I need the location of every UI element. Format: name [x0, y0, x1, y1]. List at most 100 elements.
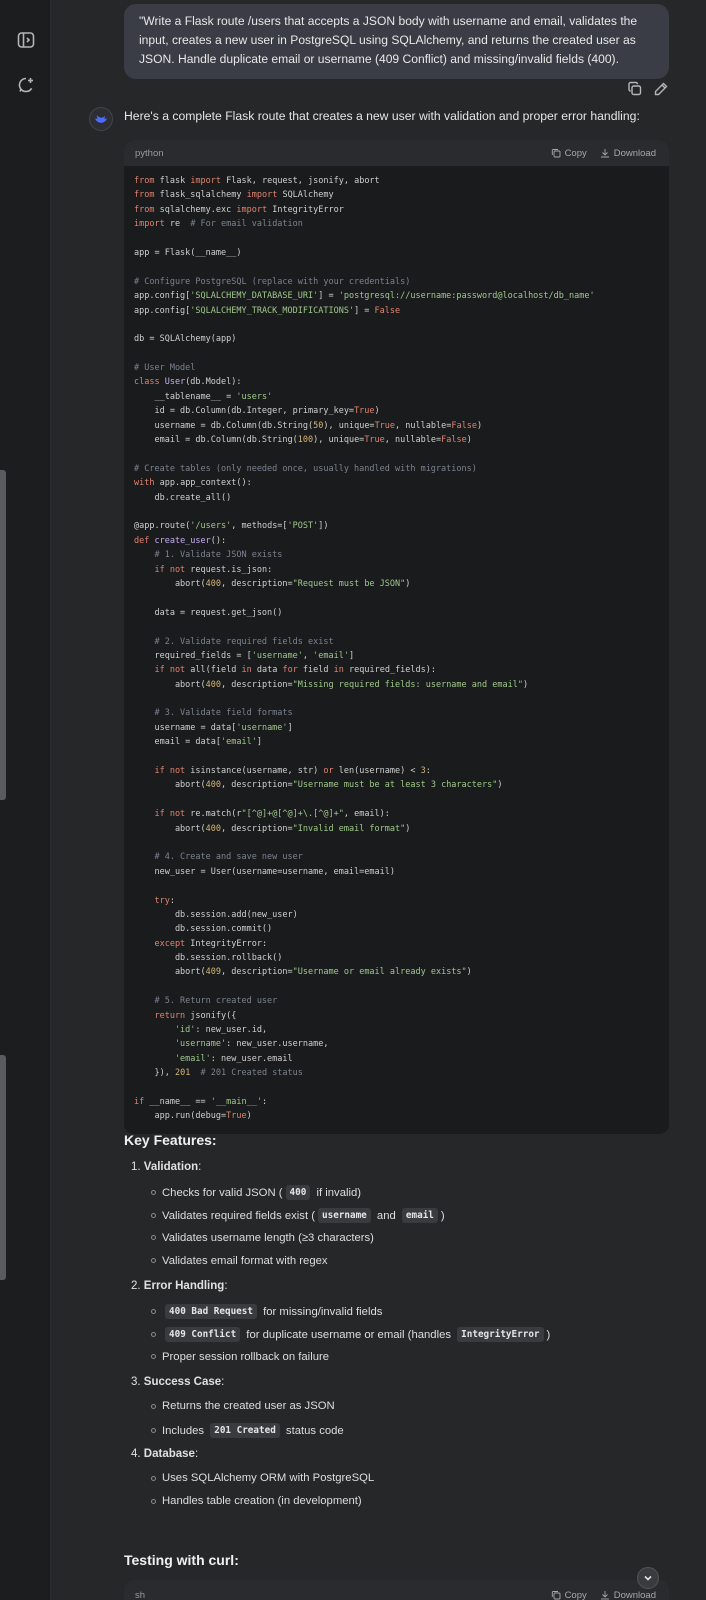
code-token: ,	[302, 650, 314, 661]
code-token: "[^@]+@[^@]+\.[^@]+"	[241, 809, 344, 820]
code-token: 'POST'	[287, 521, 319, 532]
scrollbar-handle[interactable]	[0, 470, 6, 800]
code-line: db.session.add(new_user)	[134, 908, 659, 922]
code-token: )	[497, 780, 503, 791]
download-code-button[interactable]: Download	[600, 148, 656, 159]
feature-bullet: Proper session rollback on failure	[151, 1351, 329, 1363]
bullet-text: Validates required fields exist (	[162, 1209, 315, 1222]
code-token: required_fields = [	[134, 650, 252, 661]
code-token: )	[405, 823, 411, 834]
code-token: except	[134, 938, 186, 949]
code-token: Flask, request, jsonify, abort	[221, 176, 380, 186]
copy-code-button[interactable]: Copy	[551, 148, 587, 159]
code-token: True	[354, 406, 375, 417]
bullet-text: if invalid)	[313, 1186, 362, 1199]
code-token: (db.Model):	[185, 377, 242, 388]
code-token: len(username) <	[333, 766, 421, 777]
copy-icon[interactable]	[627, 81, 643, 97]
feature-bullet: Validates username length (≥3 characters…	[151, 1232, 374, 1244]
code-token: flask_sqlalchemy	[154, 190, 247, 201]
code-token: from	[134, 204, 155, 215]
code-token: class	[134, 377, 160, 388]
code-line: # 2. Validate required fields exist	[134, 635, 659, 649]
feature-label: Database	[143, 1448, 195, 1460]
code-token: in	[241, 665, 252, 676]
code-token: try	[134, 895, 170, 906]
code-token: : new_user.id,	[195, 1025, 268, 1036]
code-line: abort(400, description="Invalid email fo…	[134, 822, 659, 836]
code-token: True	[374, 420, 396, 431]
whale-logo-icon	[95, 115, 107, 123]
code-line: username = db.Column(db.String(50), uniq…	[134, 419, 659, 433]
code-line: 'email': new_user.email	[134, 1052, 659, 1066]
code-token: 400	[205, 679, 222, 690]
code-token: )	[405, 578, 411, 589]
code-token: , methods=[	[231, 521, 288, 532]
code-line: # 3. Validate field formats	[134, 706, 659, 720]
feature-suffix: :	[194, 1448, 199, 1460]
code-line: if not re.match(r"[^@]+@[^@]+\.[^@]+", e…	[134, 807, 659, 821]
feature-label: Success Case	[143, 1376, 222, 1388]
bullet-text: and	[373, 1209, 399, 1222]
code-token: False	[441, 435, 467, 446]
feature-number: 4.	[131, 1448, 144, 1460]
feature-heading: 4. Database:	[131, 1448, 198, 1460]
code-token: 'username'	[251, 650, 303, 661]
code-token: 'SQLALCHEMY_TRACK_MODIFICATIONS'	[190, 305, 355, 316]
code-token: @app.route(	[134, 521, 191, 532]
code-line: username = data['username']	[134, 721, 659, 735]
code-line: db.create_all()	[134, 491, 659, 505]
new-chat-icon[interactable]	[16, 75, 36, 95]
code-token: if not	[134, 564, 186, 575]
code-token: import	[236, 204, 268, 215]
bullet-text: for duplicate username or email (handles	[243, 1328, 455, 1341]
scroll-to-bottom-button[interactable]	[637, 1567, 659, 1589]
code-language-label: sh	[135, 1589, 146, 1600]
code-language-label: python	[135, 147, 164, 159]
bullet-text: status code	[282, 1424, 344, 1437]
bullet-text: )	[440, 1209, 445, 1222]
feature-bullet: 409 Conflict for duplicate username or e…	[151, 1327, 550, 1343]
sh-code-block: sh Copy Download	[124, 1580, 669, 1600]
inline-code: IntegrityError	[457, 1327, 544, 1343]
download-icon	[600, 149, 609, 158]
bullet-text: for missing/invalid fields	[259, 1305, 383, 1318]
code-token: ] =	[354, 305, 375, 316]
code-line: # 5. Return created user	[134, 994, 659, 1008]
code-token: email = data[	[134, 737, 221, 748]
code-token: # 5. Return created user	[134, 996, 278, 1007]
scrollbar-track-segment[interactable]	[0, 1055, 6, 1280]
code-token: username = db.Column(db.String(	[134, 420, 314, 431]
code-line: # Configure PostgreSQL (replace with you…	[134, 275, 659, 289]
code-token: 'id'	[134, 1025, 196, 1036]
code-token: if not	[134, 809, 186, 820]
download-code-button[interactable]: Download	[600, 1590, 656, 1600]
edit-icon[interactable]	[653, 81, 669, 97]
copy-code-button[interactable]: Copy	[551, 1590, 587, 1600]
code-line: db.session.rollback()	[134, 951, 659, 965]
code-token: "Username must be at least 3 characters"	[292, 780, 498, 791]
code-token: ]	[256, 737, 262, 748]
code-token: if not	[134, 665, 186, 676]
bullet-text: Proper session rollback on failure	[162, 1350, 330, 1363]
code-token: request.is_json:	[185, 564, 273, 575]
code-line: if __name__ == '__main__':	[134, 1095, 659, 1109]
python-code-block: python Copy Download from flask import F…	[124, 140, 669, 1134]
code-line: 'username': new_user.username,	[134, 1037, 659, 1051]
code-token: '__main__'	[210, 1097, 262, 1107]
code-token: False	[451, 420, 477, 431]
code-token: # 1. Validate JSON exists	[134, 550, 283, 561]
code-token: def	[134, 535, 150, 546]
code-token: new_user = User(username=username, email…	[134, 866, 395, 877]
code-body: from flask import Flask, request, jsonif…	[124, 166, 669, 1134]
download-icon	[600, 1591, 609, 1600]
code-token: "Request must be JSON"	[292, 578, 406, 589]
code-token: data	[251, 665, 283, 676]
sidebar-toggle-icon[interactable]	[16, 30, 36, 50]
